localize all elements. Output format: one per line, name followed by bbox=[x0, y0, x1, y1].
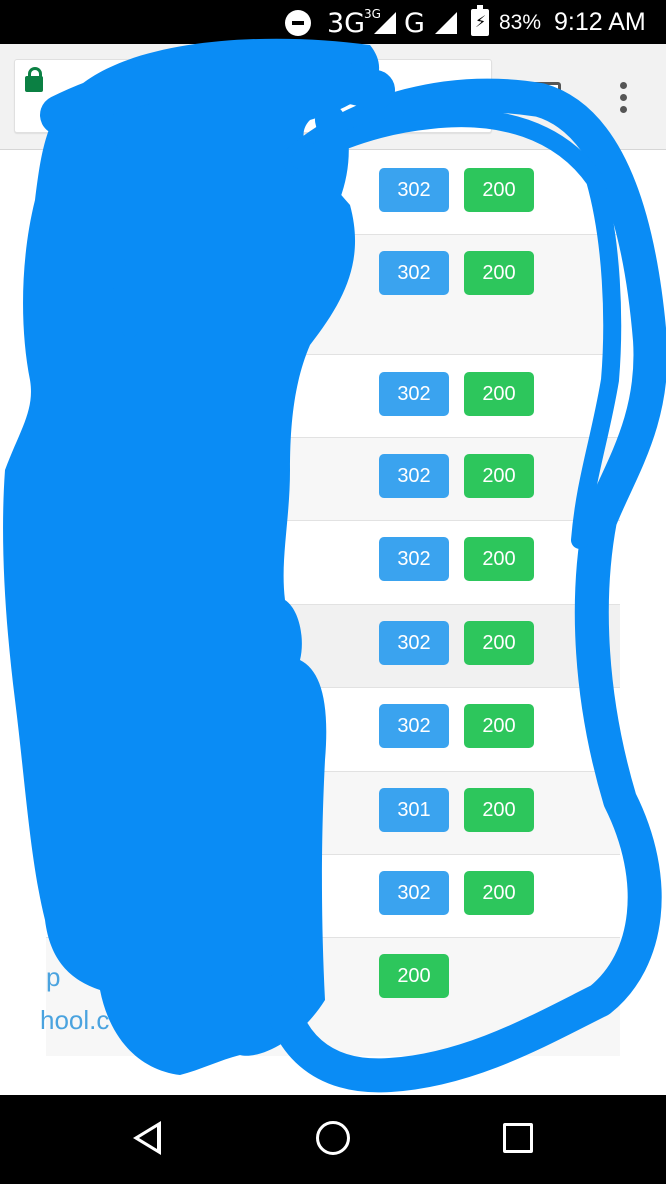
status-badge-redirect: 302 bbox=[379, 537, 449, 581]
status-badge-ok: 200 bbox=[464, 704, 534, 748]
status-badge-ok: 200 bbox=[379, 954, 449, 998]
table-row: 301 200 bbox=[46, 772, 620, 855]
status-badge-redirect: 302 bbox=[379, 251, 449, 295]
tabs-icon[interactable] bbox=[527, 82, 561, 114]
signal-icon bbox=[374, 12, 396, 34]
address-bar[interactable] bbox=[14, 59, 492, 133]
partial-link-text[interactable]: p bbox=[46, 962, 60, 993]
network-type: 3G bbox=[327, 8, 366, 39]
status-badge-ok: 200 bbox=[464, 372, 534, 416]
status-badge-ok: 200 bbox=[464, 871, 534, 915]
table-row: 200 p hool.c bbox=[40, 938, 620, 1056]
table-row: 302 200 bbox=[46, 438, 620, 521]
partial-link-text[interactable]: hool.c bbox=[40, 1005, 109, 1036]
status-badge-ok: 200 bbox=[464, 454, 534, 498]
table-row: 302 200 bbox=[46, 235, 620, 355]
battery-charging-icon: ⚡ bbox=[471, 5, 489, 36]
table-row: 302 200 bbox=[46, 688, 620, 772]
status-badge-redirect: 302 bbox=[379, 871, 449, 915]
table-row: 302 200 bbox=[46, 151, 620, 235]
back-icon[interactable] bbox=[133, 1121, 161, 1155]
do-not-disturb-icon bbox=[285, 10, 311, 36]
status-badge-ok: 200 bbox=[464, 537, 534, 581]
navigation-bar bbox=[0, 1095, 666, 1184]
status-badge-ok: 200 bbox=[464, 251, 534, 295]
status-badge-ok: 200 bbox=[464, 621, 534, 665]
home-icon[interactable] bbox=[316, 1121, 350, 1155]
signal-icon bbox=[435, 12, 457, 34]
status-badge-redirect: 302 bbox=[379, 704, 449, 748]
status-badge-ok: 200 bbox=[464, 168, 534, 212]
status-badge-redirect: 302 bbox=[379, 168, 449, 212]
carrier-g: G bbox=[404, 8, 425, 39]
overflow-menu-icon[interactable] bbox=[612, 80, 636, 116]
status-badge-redirect: 302 bbox=[379, 454, 449, 498]
browser-toolbar bbox=[0, 44, 666, 150]
status-badge-ok: 200 bbox=[464, 788, 534, 832]
status-bar: 3G 3G G ⚡ 83% 9:12 AM bbox=[0, 0, 666, 44]
table-row: 302 200 bbox=[46, 605, 620, 688]
table-row: 302 200 bbox=[46, 855, 620, 938]
lock-icon[interactable] bbox=[25, 67, 43, 92]
status-badge-redirect: 301 bbox=[379, 788, 449, 832]
clock: 9:12 AM bbox=[554, 8, 646, 36]
status-badge-redirect: 302 bbox=[379, 372, 449, 416]
status-badge-redirect: 302 bbox=[379, 621, 449, 665]
table-row: 302 200 bbox=[46, 355, 620, 438]
recents-icon[interactable] bbox=[503, 1123, 533, 1153]
page-content: 302 200 302 200 302 200 302 200 302 200 … bbox=[0, 151, 666, 1095]
table-row: 302 200 bbox=[46, 521, 620, 605]
battery-percent: 83% bbox=[499, 11, 542, 34]
